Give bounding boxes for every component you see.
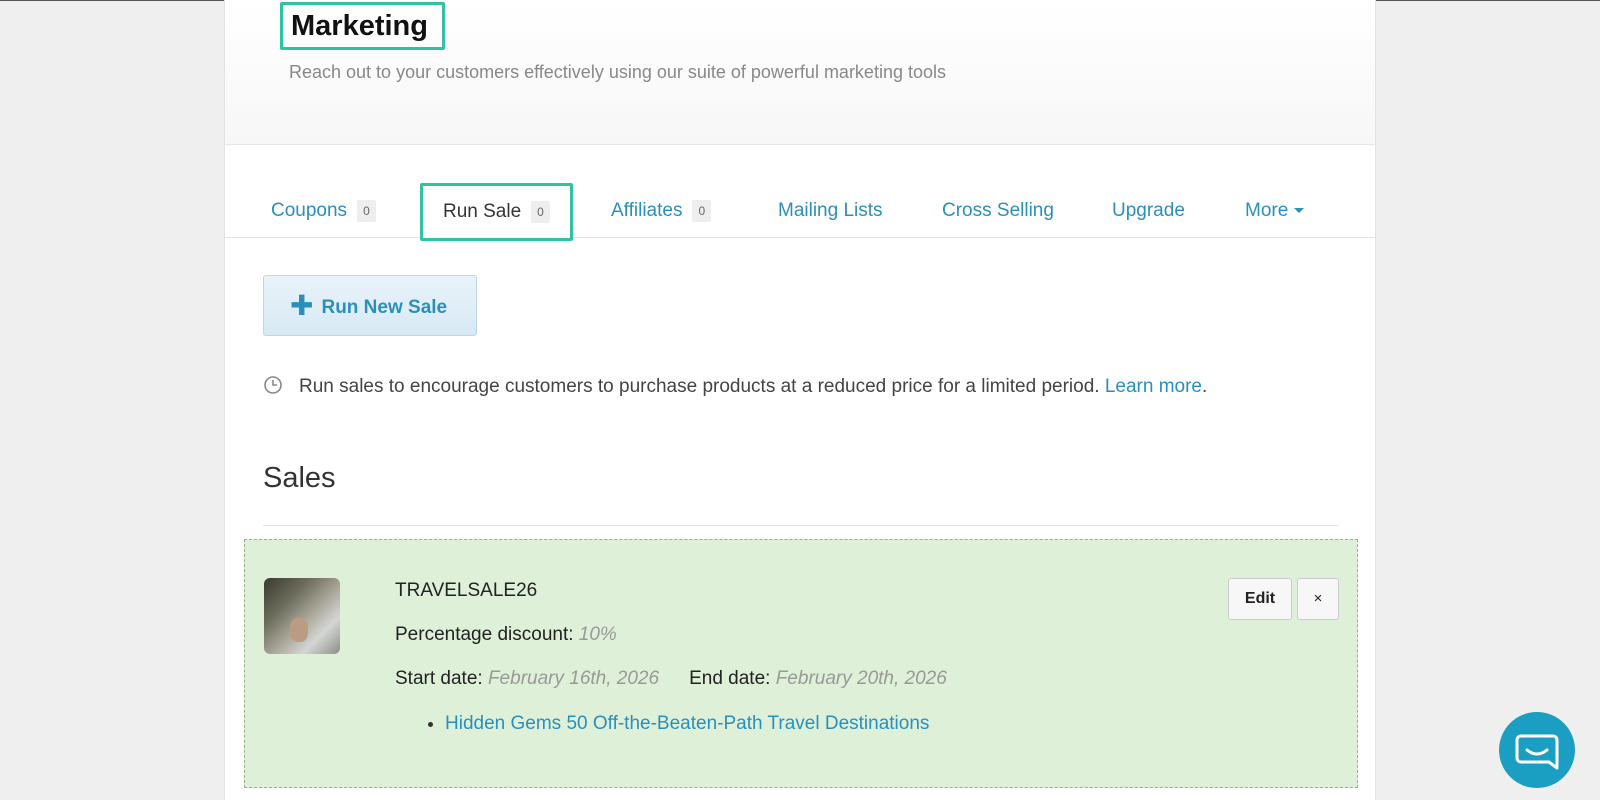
sale-code: TRAVELSALE26 xyxy=(395,580,538,601)
tab-coupons[interactable]: Coupons 0 xyxy=(271,183,376,239)
tab-label: Affiliates xyxy=(611,200,683,221)
product-link[interactable]: Hidden Gems 50 Off-the-Beaten-Path Trave… xyxy=(445,713,929,734)
end-date-value: February 20th, 2026 xyxy=(775,668,947,689)
info-message: Run sales to encourage customers to purc… xyxy=(263,375,1207,398)
tab-more[interactable]: More xyxy=(1245,183,1305,239)
divider xyxy=(263,525,1338,526)
product-thumbnail xyxy=(264,578,340,654)
remove-sale-button[interactable]: × xyxy=(1297,578,1339,620)
end-date-label: End date: xyxy=(689,668,771,689)
tab-label: Coupons xyxy=(271,200,348,221)
run-new-sale-button[interactable]: ✚ Run New Sale xyxy=(263,275,477,336)
tab-label: More xyxy=(1245,200,1289,221)
edit-button[interactable]: Edit xyxy=(1228,578,1292,620)
clock-icon xyxy=(263,375,283,395)
discount-label: Percentage discount: xyxy=(395,624,574,645)
date-line: Start date: February 16th, 2026 End date:… xyxy=(395,668,947,690)
product-list: Hidden Gems 50 Off-the-Beaten-Path Trave… xyxy=(421,713,929,735)
marketing-tabs: Coupons 0 Run Sale 0 Affiliates 0 Mailing L… xyxy=(225,183,1375,241)
count-badge: 0 xyxy=(531,200,550,223)
chat-bubble-icon xyxy=(1515,734,1559,770)
main-panel: Marketing Reach out to your customers ef… xyxy=(224,0,1376,800)
learn-more-link[interactable]: Learn more xyxy=(1105,376,1202,397)
info-trailing: . xyxy=(1202,376,1208,397)
discount-line: Percentage discount: 10% xyxy=(395,624,617,646)
tab-affiliates[interactable]: Affiliates 0 xyxy=(611,183,712,239)
count-badge: 0 xyxy=(692,199,712,222)
run-new-sale-label: Run New Sale xyxy=(321,297,448,318)
info-text: Run sales to encourage customers to purc… xyxy=(299,376,1105,397)
page-subtitle: Reach out to your customers effectively … xyxy=(289,62,946,82)
plus-icon: ✚ xyxy=(290,290,314,321)
page-header: Marketing Reach out to your customers ef… xyxy=(225,0,1375,145)
tab-mailing-lists[interactable]: Mailing Lists xyxy=(778,183,883,239)
list-item: Hidden Gems 50 Off-the-Beaten-Path Trave… xyxy=(445,713,929,735)
sales-heading: Sales xyxy=(263,462,336,494)
start-date-value: February 16th, 2026 xyxy=(487,668,660,689)
discount-value: 10% xyxy=(578,624,617,645)
count-badge: 0 xyxy=(357,199,376,222)
sale-item: TRAVELSALE26 Percentage discount: 10% St… xyxy=(244,539,1358,788)
caret-down-icon xyxy=(1294,208,1305,214)
tab-cross-selling[interactable]: Cross Selling xyxy=(942,183,1054,239)
start-date-label: Start date: xyxy=(395,668,483,689)
page-title: Marketing xyxy=(280,2,445,50)
tab-label: Run Sale xyxy=(443,201,522,222)
help-chat-button[interactable] xyxy=(1499,712,1575,788)
tab-run-sale[interactable]: Run Sale 0 xyxy=(420,183,573,241)
tab-upgrade[interactable]: Upgrade xyxy=(1112,183,1185,239)
